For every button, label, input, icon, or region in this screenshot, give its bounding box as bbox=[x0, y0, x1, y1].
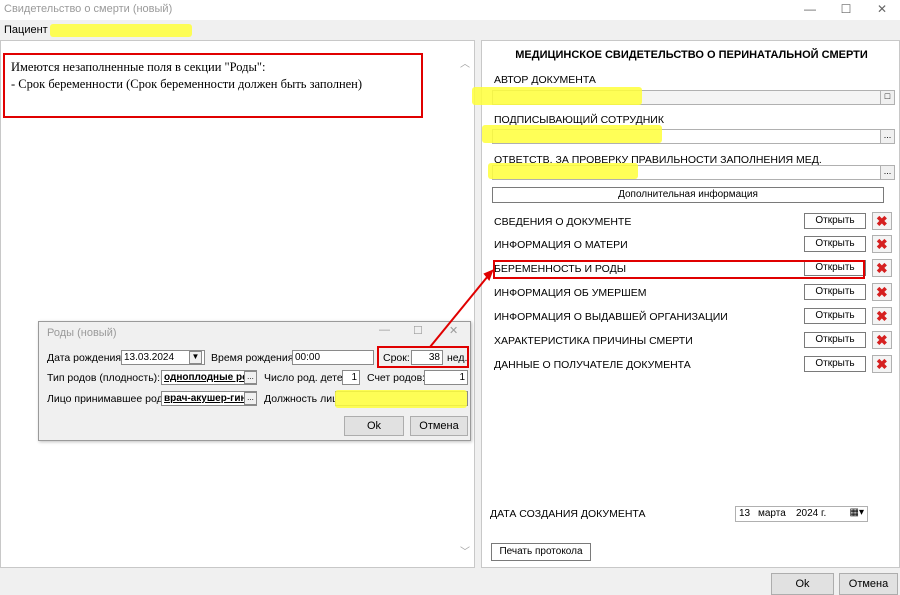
annotation-arrow bbox=[429, 269, 494, 348]
main-window: Свидетельство о смерти (новый) — ☐ ✕ Пац… bbox=[0, 0, 900, 595]
annotation-arrow-line bbox=[429, 275, 489, 348]
